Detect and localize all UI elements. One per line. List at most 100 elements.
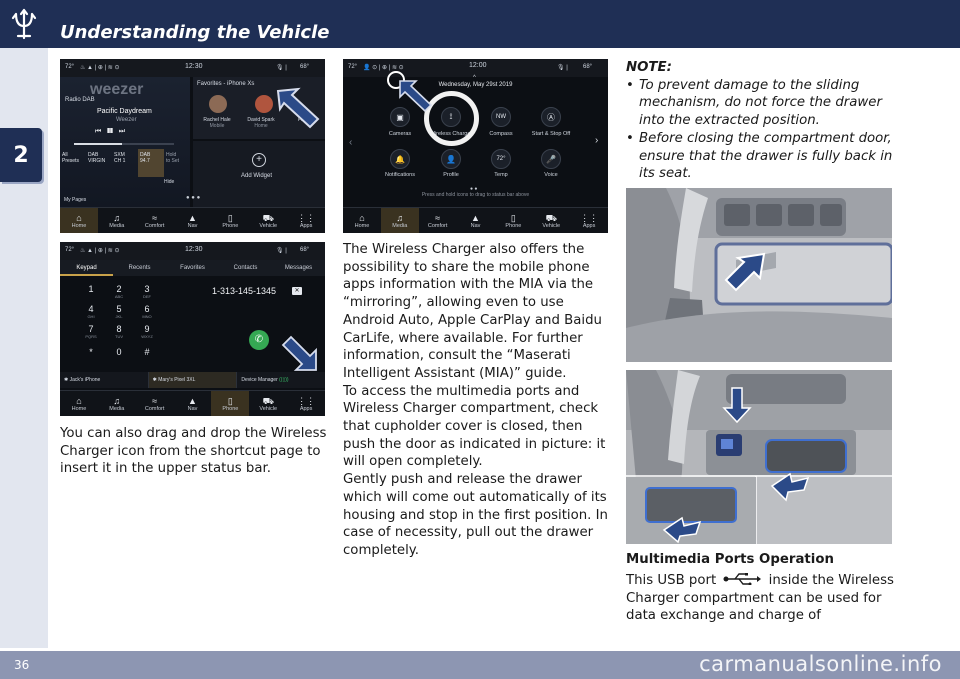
key-5[interactable]: 5 JKL	[104, 304, 134, 319]
key-1[interactable]: 1	[76, 284, 106, 294]
nav-comfort[interactable]: ≈ Comfort	[136, 208, 174, 233]
watermark[interactable]: carmanualsonline.info	[699, 652, 942, 676]
tab-recents[interactable]: Recents	[113, 260, 166, 276]
temp-right: 68°	[583, 64, 593, 70]
key-6[interactable]: 6 MNO	[132, 304, 162, 319]
nav-apps[interactable]: ⋮⋮ Apps	[287, 208, 325, 233]
nav-media[interactable]: ♫ Media	[380, 208, 419, 233]
temp-right: 68°	[300, 64, 310, 70]
start-stop-label: Start & Stop Off	[531, 131, 571, 137]
key-2[interactable]: 2 ABC	[104, 284, 134, 299]
preset-1[interactable]: DAB VIRGIN	[86, 149, 112, 177]
seat-icon: ♨ ▲ | ⊕ | ≋ ⊙	[80, 65, 120, 71]
progress-track[interactable]	[74, 143, 174, 145]
console-photo-drawer	[626, 370, 892, 544]
key-3[interactable]: 3 DEF	[132, 284, 162, 299]
temp-left: 72°	[65, 247, 75, 253]
start-stop-icon[interactable]: Ⓐ	[541, 107, 561, 127]
nav-home[interactable]: ⌂ Home	[343, 208, 381, 233]
usb-text-rest: Charger compartment can be used for data…	[626, 590, 882, 624]
chevron-left-icon[interactable]: ‹	[349, 137, 352, 148]
mic-icon: 🎙 |	[276, 248, 287, 254]
usb-paragraph: This USB port inside the Wireless Charge…	[626, 572, 896, 625]
tab-favorites[interactable]: Favorites	[166, 260, 219, 276]
mic-icon: 🎙 |	[557, 65, 568, 71]
usb-text-mid: inside the Wireless	[768, 573, 894, 588]
chevron-right-icon[interactable]: ›	[595, 135, 598, 146]
nav-apps[interactable]: ⋮⋮ Apps	[570, 208, 608, 233]
tab-contacts[interactable]: Contacts	[219, 260, 272, 276]
song-title: Pacific Daydream	[97, 108, 152, 115]
preset-2[interactable]: SXM CH 1	[112, 149, 138, 177]
nav-nav[interactable]: ▲ Nav	[174, 208, 212, 233]
contact-1[interactable]: Rachel Hale Mobile	[195, 117, 239, 129]
key-9[interactable]: 9 WXYZ	[132, 324, 162, 339]
key-8[interactable]: 8 TUV	[104, 324, 134, 339]
preset-all[interactable]: All Presets	[60, 149, 86, 177]
nav-vehicle[interactable]: ⛟ Vehicle	[532, 208, 570, 233]
device-2[interactable]: ✱ Mary's Pixel 3XL	[148, 372, 238, 388]
tab-keypad[interactable]: Keypad	[60, 260, 113, 276]
nav-comfort[interactable]: ≈ Comfort	[419, 208, 457, 233]
my-pages[interactable]: My Pages	[64, 197, 86, 203]
drag-hint: Press and hold icons to drag to status b…	[421, 192, 530, 198]
device-manager[interactable]: Device Manager ((▯))	[237, 372, 325, 388]
avatar	[209, 95, 227, 113]
drawer-paragraph: Gently push and release the drawer which…	[343, 472, 608, 558]
left-paragraph: You can also drag and drop the Wireless …	[60, 426, 327, 477]
nav-vehicle[interactable]: ⛟ Vehicle	[249, 391, 287, 416]
nav-phone[interactable]: ▯ Phone	[211, 391, 250, 416]
nav-vehicle[interactable]: ⛟ Vehicle	[249, 208, 287, 233]
chapter-tab[interactable]: 2	[0, 128, 42, 182]
hide-button[interactable]: Hide	[164, 179, 174, 185]
note-item: Before closing the compartment door, ens…	[626, 130, 896, 183]
clock: 12:30	[185, 63, 203, 70]
note-block: NOTE: To prevent damage to the sliding m…	[626, 59, 896, 183]
artist-name: Weezer	[116, 117, 137, 123]
temp-icon[interactable]: 72°	[491, 149, 511, 169]
radio-widget[interactable]: Radio DAB weezer Pacific Daydream Weezer…	[60, 77, 190, 207]
preset-3[interactable]: DAB 94.7	[138, 149, 164, 177]
profile-icon[interactable]: 👤	[441, 149, 461, 169]
trident-logo-icon	[11, 8, 37, 40]
chevron-up-icon: ^	[473, 75, 476, 81]
key-4[interactable]: 4 GHI	[76, 304, 106, 319]
key-star[interactable]: *	[76, 347, 106, 357]
page-footer: 36 carmanualsonline.info	[0, 651, 960, 679]
page-title: Understanding the Vehicle	[60, 22, 330, 43]
nav-phone[interactable]: ▯ Phone	[211, 208, 249, 233]
tab-messages[interactable]: Messages	[272, 260, 325, 276]
console-photo-door	[626, 188, 892, 362]
phone-tabs: Keypad Recents Favorites Contacts Messag…	[60, 260, 325, 276]
backspace-icon[interactable]: ✕	[292, 287, 302, 295]
key-hash[interactable]: #	[132, 347, 162, 357]
nav-nav[interactable]: ▲ Nav	[174, 391, 212, 416]
nav-nav[interactable]: ▲ Nav	[457, 208, 495, 233]
album-art-text: weezer	[90, 81, 144, 98]
status-icons: 👤 ⊙ | ⊕ | ≋ ⊙	[363, 65, 404, 71]
voice-label: Voice	[544, 172, 558, 178]
status-bar: 72° ♨ ▲ | ⊕ | ≋ ⊙ 12:30 🎙 | 68°	[60, 59, 325, 77]
microphone-icon[interactable]: 🎤	[541, 149, 561, 169]
nav-apps[interactable]: ⋮⋮ Apps	[287, 391, 325, 416]
compass-icon[interactable]: NW	[491, 107, 511, 127]
nav-phone[interactable]: ▯ Phone	[494, 208, 532, 233]
key-0[interactable]: 0	[104, 347, 134, 357]
note-title: NOTE:	[626, 60, 672, 75]
device-1[interactable]: ✱ Jack's iPhone	[60, 372, 149, 388]
bell-icon[interactable]: 🔔	[390, 149, 410, 169]
key-7[interactable]: 7 PQRS	[76, 324, 106, 339]
pointer-arrow-icon	[399, 80, 433, 113]
call-button[interactable]: ✆	[249, 330, 269, 350]
shortcut-screen-image: 72° 👤 ⊙ | ⊕ | ≋ ⊙ 12:00 🎙 | 68° ^ Wednes…	[343, 59, 608, 233]
clock: 12:00	[469, 62, 487, 69]
nav-comfort[interactable]: ≈ Comfort	[136, 391, 174, 416]
nav-media[interactable]: ♫ Media	[98, 391, 136, 416]
nav-home[interactable]: ⌂ Home	[60, 391, 98, 416]
preset-hold[interactable]: Hold to Set	[164, 149, 190, 177]
add-widget-area[interactable]: + Add Widget	[193, 141, 325, 207]
avatar	[255, 95, 273, 113]
nav-home[interactable]: ⌂ Home	[60, 208, 98, 233]
playback-controls[interactable]: ⏮ ❚❚ ⏭	[95, 128, 125, 136]
nav-media[interactable]: ♫ Media	[98, 208, 136, 233]
